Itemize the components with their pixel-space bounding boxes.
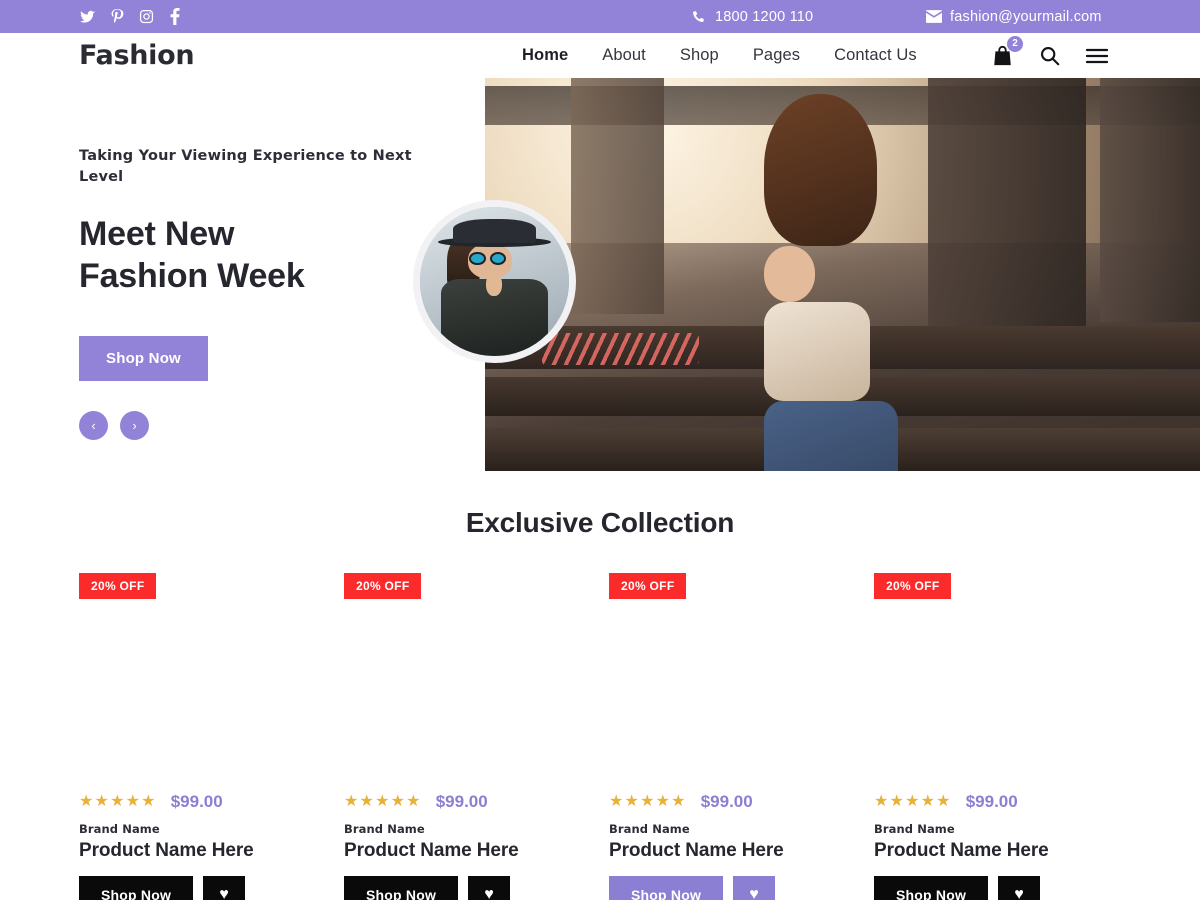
rating-stars: ★★★★★ (874, 793, 952, 810)
product-brand: Brand Name (874, 822, 955, 836)
product-image[interactable]: 20% OFF (874, 565, 1119, 780)
hero-photo (485, 78, 1200, 471)
wishlist-heart-icon[interactable]: ♥ (203, 876, 246, 900)
phone-number: 1800 1200 110 (715, 8, 814, 25)
rating-row: ★★★★★ $99.00 (874, 792, 1119, 812)
product-details: ★★★★★ $99.00 Brand Name Product Name Her… (344, 780, 589, 900)
cart-icon[interactable]: 2 (992, 35, 1023, 67)
hero-title-line2: Fashion Week (79, 256, 305, 295)
main-navigation: Home About Shop Pages Contact Us (505, 46, 934, 65)
email-contact[interactable]: fashion@yourmail.com (925, 8, 1102, 25)
social-links (80, 8, 183, 25)
product-brand: Brand Name (79, 822, 160, 836)
wishlist-heart-icon[interactable]: ♥ (468, 876, 511, 900)
product-name[interactable]: Product Name Here (344, 840, 589, 862)
nav-item-shop[interactable]: Shop (663, 46, 736, 65)
hero-slider-controls: ‹ › (79, 410, 419, 440)
product-details: ★★★★★ $99.00 Brand Name Product Name Her… (79, 780, 324, 900)
rating-stars: ★★★★★ (79, 793, 157, 810)
nav-item-about[interactable]: About (585, 46, 663, 65)
top-bar: 1800 1200 110 fashion@yourmail.com (0, 0, 1200, 33)
product-shop-now-button[interactable]: Shop Now (609, 876, 724, 900)
product-price: $99.00 (435, 792, 488, 811)
product-card[interactable]: 20% OFF ★★★★★ $99.00 Brand Name Product … (609, 565, 854, 900)
product-actions: Shop Now ♥ (344, 876, 589, 900)
pinterest-icon[interactable] (109, 8, 125, 25)
nav-item-contact-us[interactable]: Contact Us (817, 46, 934, 65)
product-card[interactable]: 20% OFF ★★★★★ $99.00 Brand Name Product … (79, 565, 324, 900)
envelope-icon (925, 8, 942, 25)
product-price: $99.00 (700, 792, 753, 811)
wishlist-heart-icon[interactable]: ♥ (998, 876, 1041, 900)
twitter-icon[interactable] (80, 9, 96, 25)
hero-title: Meet New Fashion Week (79, 214, 419, 297)
product-image[interactable]: 20% OFF (79, 565, 324, 780)
rating-stars: ★★★★★ (344, 793, 422, 810)
product-shop-now-button[interactable]: Shop Now (79, 876, 194, 900)
product-image[interactable]: 20% OFF (344, 565, 589, 780)
discount-badge: 20% OFF (344, 573, 422, 599)
hero-inset-photo (420, 207, 569, 356)
discount-badge: 20% OFF (874, 573, 952, 599)
product-image[interactable]: 20% OFF (609, 565, 854, 780)
product-actions: Shop Now ♥ (874, 876, 1119, 900)
product-name[interactable]: Product Name Here (609, 840, 854, 862)
product-price: $99.00 (170, 792, 223, 811)
product-brand: Brand Name (344, 822, 425, 836)
nav-item-home[interactable]: Home (505, 46, 585, 65)
site-header: Fashion Home About Shop Pages Contact Us… (0, 33, 1200, 78)
product-shop-now-button[interactable]: Shop Now (874, 876, 989, 900)
hero-eyebrow: Taking Your Viewing Experience to Next L… (79, 148, 412, 186)
discount-badge: 20% OFF (609, 573, 687, 599)
wishlist-heart-icon[interactable]: ♥ (733, 876, 776, 900)
facebook-icon[interactable] (167, 8, 183, 25)
rating-stars: ★★★★★ (609, 793, 687, 810)
discount-badge: 20% OFF (79, 573, 157, 599)
hero-image (485, 78, 1200, 471)
hero-section: Taking Your Viewing Experience to Next L… (0, 78, 1200, 473)
product-actions: Shop Now ♥ (79, 876, 324, 900)
header-actions: 2 (992, 35, 1108, 67)
phone-contact[interactable]: 1800 1200 110 (690, 8, 813, 25)
email-address: fashion@yourmail.com (950, 8, 1102, 25)
product-brand: Brand Name (609, 822, 690, 836)
product-price: $99.00 (965, 792, 1018, 811)
product-actions: Shop Now ♥ (609, 876, 854, 900)
hero-title-line1: Meet New (79, 215, 235, 254)
product-name[interactable]: Product Name Here (79, 840, 324, 862)
product-shop-now-button[interactable]: Shop Now (344, 876, 459, 900)
product-details: ★★★★★ $99.00 Brand Name Product Name Her… (874, 780, 1119, 900)
cart-count-badge: 2 (1007, 35, 1023, 52)
product-card[interactable]: 20% OFF ★★★★★ $99.00 Brand Name Product … (344, 565, 589, 900)
slider-next-button[interactable]: › (120, 410, 149, 440)
hero-copy: Taking Your Viewing Experience to Next L… (79, 146, 419, 440)
search-icon[interactable] (1039, 45, 1060, 66)
product-details: ★★★★★ $99.00 Brand Name Product Name Her… (609, 780, 854, 900)
hamburger-menu-icon[interactable] (1086, 48, 1108, 64)
site-logo[interactable]: Fashion (79, 42, 195, 69)
hero-circle-inset-image (413, 200, 576, 363)
rating-row: ★★★★★ $99.00 (609, 792, 854, 812)
collection-title: Exclusive Collection (465, 507, 735, 538)
instagram-icon[interactable] (138, 9, 154, 25)
nav-item-pages[interactable]: Pages (736, 46, 817, 65)
slider-prev-button[interactable]: ‹ (79, 410, 108, 440)
phone-icon (690, 8, 707, 25)
rating-row: ★★★★★ $99.00 (79, 792, 324, 812)
product-name[interactable]: Product Name Here (874, 840, 1119, 862)
product-card[interactable]: 20% OFF ★★★★★ $99.00 Brand Name Product … (874, 565, 1119, 900)
hero-shop-now-button[interactable]: Shop Now (79, 335, 208, 381)
product-grid: 20% OFF ★★★★★ $99.00 Brand Name Product … (0, 565, 1200, 900)
rating-row: ★★★★★ $99.00 (344, 792, 589, 812)
